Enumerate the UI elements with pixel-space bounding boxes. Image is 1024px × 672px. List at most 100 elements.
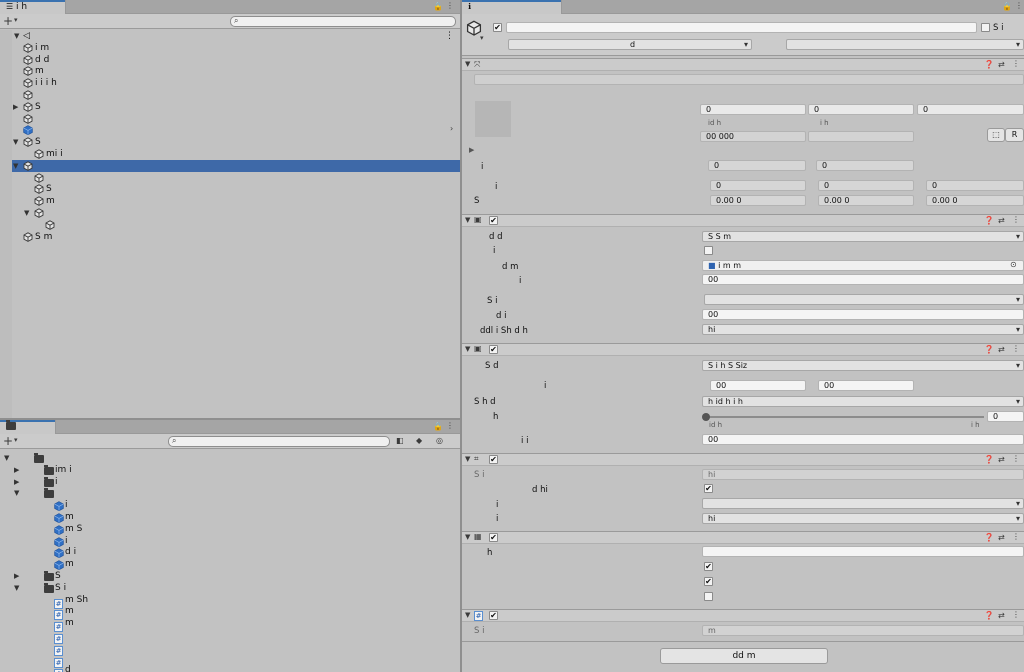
- blueprint-button[interactable]: ⬚: [987, 128, 1005, 142]
- layout-checkbox-3[interactable]: [704, 592, 713, 601]
- component-enabled-checkbox[interactable]: ✔: [489, 345, 498, 354]
- project-row[interactable]: m: [0, 558, 460, 571]
- layout-checkbox-1[interactable]: ✔: [704, 562, 713, 571]
- project-row[interactable]: #: [0, 641, 460, 656]
- foldout-arrow-icon[interactable]: ▶: [13, 101, 21, 113]
- order-field[interactable]: 00: [702, 309, 1024, 320]
- label-icon[interactable]: ◆: [416, 436, 422, 445]
- project-row[interactable]: ▶ S: [0, 570, 460, 582]
- match-slider-handle[interactable]: [702, 413, 710, 421]
- hierarchy-row[interactable]: i m: [12, 42, 460, 54]
- hierarchy-row[interactable]: d d: [12, 54, 460, 66]
- foldout-arrow-icon[interactable]: ▼: [465, 611, 470, 619]
- scale-z-field[interactable]: 0.00 0: [926, 195, 1024, 206]
- hierarchy-row[interactable]: [12, 124, 460, 136]
- project-row[interactable]: ▶ i: [0, 476, 460, 488]
- hierarchy-row[interactable]: ▼ S: [12, 136, 460, 148]
- component-menu-icon[interactable]: ⋮: [1012, 532, 1020, 541]
- static-checkbox[interactable]: [981, 23, 990, 32]
- preset-icon[interactable]: ⇄: [998, 216, 1005, 225]
- foldout-arrow-icon[interactable]: ▼: [13, 160, 21, 172]
- project-row[interactable]: i: [0, 499, 460, 512]
- layout-field[interactable]: [702, 546, 1024, 557]
- object-name-input[interactable]: [506, 22, 977, 33]
- lock-icon[interactable]: 🔒: [433, 422, 443, 431]
- add-icon[interactable]: +: [3, 14, 13, 28]
- foldout-arrow-icon[interactable]: ▼: [465, 455, 470, 463]
- project-row[interactable]: # m Sh: [0, 594, 460, 609]
- project-row[interactable]: # d: [0, 664, 460, 672]
- tab-project[interactable]: [0, 420, 56, 435]
- hierarchy-row[interactable]: i i i h: [12, 77, 460, 89]
- hierarchy-row[interactable]: S m: [12, 231, 460, 243]
- menu-icon[interactable]: ⋮: [1015, 1, 1023, 10]
- project-row[interactable]: i: [0, 535, 460, 547]
- scale-x-field[interactable]: 0.00 0: [710, 195, 806, 206]
- pos-x-field[interactable]: 0: [700, 104, 806, 115]
- project-row[interactable]: ▼ S i: [0, 582, 460, 594]
- tab-hierarchy[interactable]: ☰ i h: [0, 0, 66, 15]
- match-value-field[interactable]: 0: [987, 411, 1024, 422]
- project-row[interactable]: ▼: [0, 452, 460, 464]
- layer-dropdown[interactable]: [786, 39, 1024, 50]
- rot-x-field[interactable]: 0: [708, 160, 806, 171]
- help-icon[interactable]: ❓: [984, 60, 994, 69]
- hierarchy-row[interactable]: [12, 219, 460, 231]
- pixel-perfect-checkbox[interactable]: [704, 246, 713, 255]
- lock-icon[interactable]: 🔒: [1002, 2, 1012, 11]
- plane-distance-field[interactable]: 00: [702, 274, 1024, 285]
- foldout-arrow-icon[interactable]: ▶: [469, 146, 474, 154]
- size-field[interactable]: 00 000: [700, 131, 806, 142]
- foldout-arrow-icon[interactable]: ▶: [14, 464, 22, 476]
- foldout-arrow-icon[interactable]: ▼: [14, 487, 22, 499]
- foldout-arrow-icon[interactable]: ▼: [24, 207, 32, 219]
- component-menu-icon[interactable]: ⋮: [1012, 344, 1020, 353]
- foldout-arrow-icon[interactable]: ▼: [465, 216, 470, 224]
- component-header-canvas-scaler[interactable]: ▼ ▣ ✔ ❓ ⇄ ⋮: [462, 343, 1024, 356]
- hidden-icon[interactable]: ◎: [436, 436, 443, 445]
- help-icon[interactable]: ❓: [984, 216, 994, 225]
- project-row[interactable]: # m: [0, 617, 460, 633]
- r2-x-field[interactable]: 0: [710, 180, 806, 191]
- preset-icon[interactable]: ⇄: [998, 455, 1005, 464]
- ref-res-x-field[interactable]: 00: [710, 380, 806, 391]
- pos-y-field[interactable]: 0: [808, 104, 914, 115]
- active-checkbox[interactable]: ✔: [493, 23, 502, 32]
- project-row[interactable]: #: [0, 653, 460, 668]
- component-enabled-checkbox[interactable]: ✔: [489, 611, 498, 620]
- help-icon[interactable]: ❓: [984, 345, 994, 354]
- foldout-arrow-icon[interactable]: ▼: [465, 60, 470, 68]
- match-slider-track[interactable]: [706, 416, 984, 418]
- hierarchy-row[interactable]: ▼ ◁ ⋮: [12, 30, 460, 42]
- component-enabled-checkbox[interactable]: ✔: [489, 455, 498, 464]
- project-row[interactable]: m: [0, 511, 460, 524]
- hierarchy-row[interactable]: m: [12, 65, 460, 77]
- component-menu-icon[interactable]: ⋮: [1012, 610, 1020, 619]
- foldout-arrow-icon[interactable]: ▼: [13, 136, 21, 148]
- help-icon[interactable]: ❓: [984, 455, 994, 464]
- tag-dropdown[interactable]: d: [508, 39, 752, 50]
- component-enabled-checkbox[interactable]: ✔: [489, 216, 498, 225]
- help-icon[interactable]: ❓: [984, 611, 994, 620]
- r2-z-field[interactable]: 0: [926, 180, 1024, 191]
- filter-type-icon[interactable]: ◧: [396, 436, 404, 445]
- add-component-button[interactable]: dd m: [660, 648, 828, 664]
- foldout-arrow-icon[interactable]: ▶: [14, 570, 22, 582]
- project-search-input[interactable]: ⌕: [168, 436, 390, 447]
- hierarchy-row[interactable]: ▼: [12, 207, 460, 219]
- menu-icon[interactable]: ⋮: [446, 421, 454, 430]
- hierarchy-row[interactable]: ▼: [12, 159, 460, 172]
- hierarchy-search-input[interactable]: ⌕: [230, 16, 456, 27]
- component-menu-icon[interactable]: ⋮: [1012, 59, 1020, 68]
- component-header-canvas[interactable]: ▼ ▣ ✔ ❓ ⇄ ⋮: [462, 214, 1024, 227]
- menu-icon[interactable]: ⋮: [445, 30, 454, 42]
- hierarchy-row[interactable]: [12, 113, 460, 125]
- shader-channels-dropdown[interactable]: hi: [702, 324, 1024, 335]
- hierarchy-row[interactable]: m: [12, 195, 460, 207]
- chevron-down-icon[interactable]: ▾: [14, 16, 18, 24]
- project-row[interactable]: ▶ im i: [0, 464, 460, 476]
- component-header-transform[interactable]: ▼ ⤧ ❓ ⇄ ⋮: [462, 58, 1024, 71]
- foldout-arrow-icon[interactable]: ▼: [4, 452, 12, 464]
- preset-icon[interactable]: ⇄: [998, 60, 1005, 69]
- component-enabled-checkbox[interactable]: ✔: [489, 533, 498, 542]
